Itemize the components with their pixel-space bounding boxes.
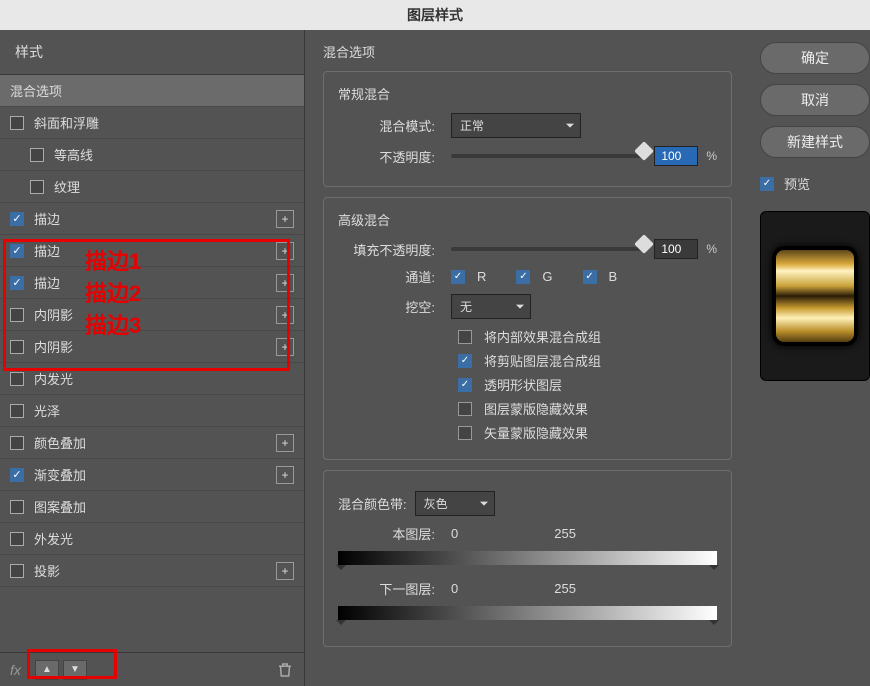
- knockout-label: 挖空:: [338, 297, 443, 316]
- checkbox[interactable]: [10, 564, 24, 578]
- style-stroke-2[interactable]: 描边+: [0, 235, 304, 267]
- style-outer-glow[interactable]: 外发光: [0, 523, 304, 555]
- checkbox[interactable]: [10, 276, 24, 290]
- this-layer-gradient[interactable]: [338, 551, 717, 565]
- under-layer-gradient[interactable]: [338, 606, 717, 620]
- checkbox[interactable]: [10, 212, 24, 226]
- cancel-button[interactable]: 取消: [760, 84, 870, 116]
- blend-if-select[interactable]: 灰色: [415, 491, 495, 516]
- cb-layer-mask-hides[interactable]: [458, 402, 472, 416]
- right-panel: 确定 取消 新建样式 预览: [750, 30, 870, 686]
- checkbox[interactable]: [10, 404, 24, 418]
- checkbox[interactable]: [10, 468, 24, 482]
- normal-blend-title: 常规混合: [338, 84, 717, 103]
- checkbox[interactable]: [10, 308, 24, 322]
- knockout-select[interactable]: 无: [451, 294, 531, 319]
- opacity-label: 不透明度:: [338, 147, 443, 166]
- move-up-button[interactable]: ▲: [35, 660, 59, 680]
- preview-graphic: [772, 246, 858, 347]
- channel-g-checkbox[interactable]: [516, 270, 530, 284]
- add-icon[interactable]: +: [276, 306, 294, 324]
- cb-clipped-layers[interactable]: [458, 354, 472, 368]
- style-inner-shadow-2[interactable]: 内阴影+: [0, 331, 304, 363]
- checkbox[interactable]: [10, 116, 24, 130]
- add-icon[interactable]: +: [276, 274, 294, 292]
- preview-checkbox[interactable]: [760, 177, 774, 191]
- preview-thumbnail: [760, 211, 870, 381]
- move-down-button[interactable]: ▼: [63, 660, 87, 680]
- style-gradient-overlay[interactable]: 渐变叠加+: [0, 459, 304, 491]
- opacity-input[interactable]: 100: [654, 146, 698, 166]
- styles-header: 样式: [0, 30, 304, 75]
- style-stroke-1[interactable]: 描边+: [0, 203, 304, 235]
- checkbox[interactable]: [30, 180, 44, 194]
- slider-stop[interactable]: [336, 620, 346, 630]
- add-icon[interactable]: +: [276, 338, 294, 356]
- slider-stop[interactable]: [709, 565, 719, 575]
- cb-vector-mask-hides[interactable]: [458, 426, 472, 440]
- normal-blend-group: 常规混合 混合模式: 正常 不透明度: 100 %: [323, 71, 732, 187]
- style-pattern-overlay[interactable]: 图案叠加: [0, 491, 304, 523]
- this-layer-label: 本图层:: [338, 524, 443, 543]
- channel-r-checkbox[interactable]: [451, 270, 465, 284]
- fill-opacity-slider[interactable]: [451, 247, 646, 251]
- checkbox[interactable]: [10, 500, 24, 514]
- style-inner-shadow-1[interactable]: 内阴影+: [0, 299, 304, 331]
- channel-b-checkbox[interactable]: [583, 270, 597, 284]
- fill-opacity-label: 填充不透明度:: [338, 240, 443, 259]
- new-style-button[interactable]: 新建样式: [760, 126, 870, 158]
- checkbox[interactable]: [10, 532, 24, 546]
- slider-thumb[interactable]: [635, 234, 655, 254]
- add-icon[interactable]: +: [276, 434, 294, 452]
- style-color-overlay[interactable]: 颜色叠加+: [0, 427, 304, 459]
- style-list: 混合选项 斜面和浮雕 等高线 纹理 描边+ 描边+ 描边+ 内阴影+ 内阴影+ …: [0, 75, 304, 652]
- advanced-blend-title: 高级混合: [338, 210, 717, 229]
- add-icon[interactable]: +: [276, 466, 294, 484]
- add-icon[interactable]: +: [276, 242, 294, 260]
- slider-thumb[interactable]: [635, 141, 655, 161]
- checkbox[interactable]: [10, 244, 24, 258]
- options-title: 混合选项: [323, 42, 732, 61]
- checkbox[interactable]: [10, 340, 24, 354]
- add-icon[interactable]: +: [276, 210, 294, 228]
- style-inner-glow[interactable]: 内发光: [0, 363, 304, 395]
- bottom-bar: fx ▲ ▼: [0, 652, 304, 686]
- style-drop-shadow[interactable]: 投影+: [0, 555, 304, 587]
- titlebar: 图层样式: [0, 0, 870, 30]
- blend-if-group: 混合颜色带: 灰色 本图层: 0255 下一图层: 0255: [323, 470, 732, 647]
- style-contour[interactable]: 等高线: [0, 139, 304, 171]
- fill-opacity-input[interactable]: 100: [654, 239, 698, 259]
- fx-label: fx: [10, 662, 21, 678]
- preview-label: 预览: [784, 174, 810, 193]
- slider-stop[interactable]: [336, 565, 346, 575]
- add-icon[interactable]: +: [276, 562, 294, 580]
- slider-stop[interactable]: [709, 620, 719, 630]
- channels-label: 通道:: [338, 267, 443, 286]
- blending-options-item[interactable]: 混合选项: [0, 75, 304, 107]
- cb-transparency-shapes[interactable]: [458, 378, 472, 392]
- style-bevel[interactable]: 斜面和浮雕: [0, 107, 304, 139]
- trash-icon[interactable]: [276, 661, 294, 679]
- style-satin[interactable]: 光泽: [0, 395, 304, 427]
- checkbox[interactable]: [30, 148, 44, 162]
- cb-interior-effects[interactable]: [458, 330, 472, 344]
- blend-mode-label: 混合模式:: [338, 116, 443, 135]
- pct: %: [706, 149, 717, 163]
- checkbox[interactable]: [10, 436, 24, 450]
- checkbox[interactable]: [10, 372, 24, 386]
- ok-button[interactable]: 确定: [760, 42, 870, 74]
- options-panel: 混合选项 常规混合 混合模式: 正常 不透明度: 100 % 高级混合 填充不透…: [305, 30, 750, 686]
- blending-options-label: 混合选项: [10, 81, 294, 100]
- styles-panel: 样式 混合选项 斜面和浮雕 等高线 纹理 描边+ 描边+ 描边+ 内阴影+ 内阴…: [0, 30, 305, 686]
- style-texture[interactable]: 纹理: [0, 171, 304, 203]
- style-stroke-3[interactable]: 描边+: [0, 267, 304, 299]
- blend-mode-select[interactable]: 正常: [451, 113, 581, 138]
- opacity-slider[interactable]: [451, 154, 646, 158]
- blend-if-label: 混合颜色带:: [338, 494, 407, 513]
- under-layer-label: 下一图层:: [338, 579, 443, 598]
- advanced-blend-group: 高级混合 填充不透明度: 100 % 通道: R G B 挖空:: [323, 197, 732, 460]
- pct: %: [706, 242, 717, 256]
